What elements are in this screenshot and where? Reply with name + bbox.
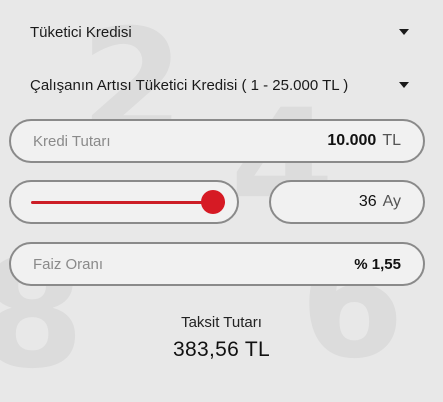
loan-amount-field[interactable]: Kredi Tutarı 10.000 TL	[9, 119, 425, 163]
loan-amount-unit: TL	[382, 132, 401, 149]
term-slider-track	[31, 200, 225, 204]
term-slider[interactable]	[9, 180, 239, 224]
loan-amount-value: 10.000	[327, 132, 377, 149]
installment-label: Taksit Tutarı	[181, 314, 262, 331]
loan-type-selected: Tüketici Kredisi	[30, 23, 132, 41]
installment-value: 383,56 TL	[173, 338, 270, 361]
chevron-down-icon	[399, 82, 409, 88]
term-value: 36	[358, 193, 377, 210]
term-field[interactable]: 36 Ay	[269, 180, 425, 224]
term-unit: Ay	[382, 193, 401, 210]
loan-amount-label: Kredi Tutarı	[33, 132, 111, 150]
interest-rate-field[interactable]: Faiz Oranı % 1,55	[9, 242, 425, 286]
loan-product-dropdown[interactable]: Çalışanın Artısı Tüketici Kredisi ( 1 - …	[30, 74, 409, 96]
loan-type-dropdown[interactable]: Tüketici Kredisi	[30, 21, 409, 43]
interest-rate-value: % 1,55	[354, 255, 401, 273]
loan-product-selected: Çalışanın Artısı Tüketici Kredisi ( 1 - …	[30, 76, 349, 94]
term-slider-thumb[interactable]	[201, 190, 225, 214]
interest-rate-label: Faiz Oranı	[33, 255, 104, 273]
chevron-down-icon	[399, 29, 409, 35]
